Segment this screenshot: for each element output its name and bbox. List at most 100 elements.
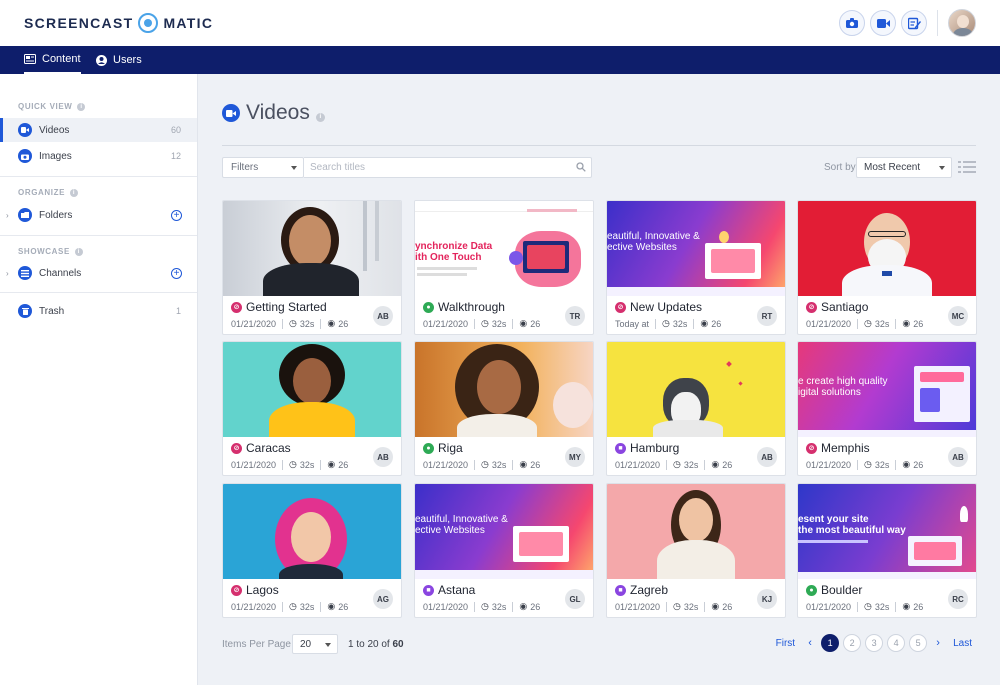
sort-select[interactable]: Most Recent bbox=[856, 157, 952, 178]
video-thumbnail[interactable] bbox=[607, 484, 785, 579]
video-title[interactable]: ■ Zagreb bbox=[615, 583, 668, 597]
video-thumbnail[interactable] bbox=[223, 342, 401, 437]
page-button[interactable]: 1 bbox=[821, 634, 840, 652]
tab-content[interactable]: Content bbox=[24, 46, 81, 74]
search-input[interactable] bbox=[304, 157, 592, 178]
video-title-text: Santiago bbox=[821, 300, 869, 314]
video-meta: Today at ◷ 32s ◉ 26 bbox=[615, 318, 721, 329]
video-thumbnail[interactable]: e create high quality igital solutions bbox=[798, 342, 976, 437]
video-title[interactable]: ⊘ Santiago bbox=[806, 300, 868, 314]
owner-avatar[interactable]: TR bbox=[565, 306, 585, 326]
screenshot-button[interactable] bbox=[839, 10, 865, 36]
video-title[interactable]: ⊘ Lagos bbox=[231, 583, 279, 597]
video-title[interactable]: ⊘ New Updates bbox=[615, 300, 702, 314]
items-per-page-label: Items Per Page bbox=[222, 639, 291, 650]
meta-divider bbox=[857, 459, 859, 470]
chevron-right-icon[interactable]: › bbox=[931, 637, 945, 649]
meta-divider bbox=[666, 459, 668, 470]
items-per-page-select[interactable]: 20 bbox=[292, 634, 338, 654]
video-card[interactable]: ■ Zagreb 01/21/2020 ◷ 32s ◉ 26 KJ bbox=[606, 483, 786, 618]
owner-avatar[interactable]: AB bbox=[948, 447, 968, 467]
video-card[interactable]: ⊘ Caracas 01/21/2020 ◷ 32s ◉ 26 AB bbox=[222, 341, 402, 476]
video-title[interactable]: ⊘ Getting Started bbox=[231, 300, 327, 314]
sidebar-item-folders[interactable]: › Folders + bbox=[0, 203, 197, 227]
video-title-text: Hamburg bbox=[630, 441, 680, 455]
add-channel-button[interactable]: + bbox=[171, 267, 182, 279]
video-card[interactable]: ⊘ Santiago 01/21/2020 ◷ 32s ◉ 26 MC bbox=[797, 200, 977, 335]
video-card[interactable]: eautiful, Innovative & ective Websites ■… bbox=[414, 483, 594, 618]
sidebar-item-trash[interactable]: Trash 1 bbox=[0, 299, 197, 323]
eye-icon: ◉ bbox=[700, 318, 709, 328]
video-card[interactable]: ⊘ Getting Started 01/21/2020 ◷ 32s ◉ 26 … bbox=[222, 200, 402, 335]
video-card[interactable]: esent your site the most beautiful way ●… bbox=[797, 483, 977, 618]
owner-avatar[interactable]: KJ bbox=[757, 589, 777, 609]
video-thumbnail[interactable] bbox=[223, 201, 401, 296]
owner-avatar[interactable]: RC bbox=[948, 589, 968, 609]
video-title[interactable]: ■ Astana bbox=[423, 583, 475, 597]
page-button[interactable]: 4 bbox=[887, 634, 906, 652]
video-duration: 32s bbox=[491, 459, 507, 470]
video-title[interactable]: ● Boulder bbox=[806, 583, 862, 597]
sidebar-item-count: 60 bbox=[170, 125, 181, 135]
sidebar-item-videos[interactable]: Videos 60 bbox=[0, 118, 197, 142]
video-title[interactable]: ⊘ Caracas bbox=[231, 441, 291, 455]
video-card[interactable]: e create high quality igital solutions ⊘… bbox=[797, 341, 977, 476]
chevron-right-icon[interactable]: › bbox=[6, 269, 9, 278]
sidebar-item-channels[interactable]: › Channels + bbox=[0, 261, 197, 285]
user-avatar[interactable] bbox=[948, 9, 976, 37]
chevron-left-icon[interactable]: ‹ bbox=[803, 637, 817, 649]
video-thumbnail[interactable]: ynchronize Data ith One Touch bbox=[415, 201, 593, 296]
owner-avatar[interactable]: MY bbox=[565, 447, 585, 467]
meta-divider bbox=[704, 601, 706, 612]
owner-avatar[interactable]: AB bbox=[373, 306, 393, 326]
owner-avatar[interactable]: AB bbox=[373, 447, 393, 467]
record-button[interactable] bbox=[870, 10, 896, 36]
video-card[interactable]: ■ Hamburg 01/21/2020 ◷ 32s ◉ 26 AB bbox=[606, 341, 786, 476]
owner-avatar[interactable]: RT bbox=[757, 306, 777, 326]
video-title[interactable]: ● Walkthrough bbox=[423, 300, 505, 314]
filters-dropdown[interactable]: Filters bbox=[222, 157, 304, 178]
video-title[interactable]: ● Riga bbox=[423, 441, 463, 455]
video-card[interactable]: ● Riga 01/21/2020 ◷ 32s ◉ 26 MY bbox=[414, 341, 594, 476]
owner-avatar[interactable]: AG bbox=[373, 589, 393, 609]
owner-avatar[interactable]: GL bbox=[565, 589, 585, 609]
video-card[interactable]: ynchronize Data ith One Touch ● Walkthro… bbox=[414, 200, 594, 335]
meta-divider bbox=[282, 459, 284, 470]
video-thumbnail[interactable] bbox=[223, 484, 401, 579]
sidebar-item-images[interactable]: Images 12 bbox=[0, 144, 197, 168]
video-thumbnail[interactable]: eautiful, Innovative & ective Websites bbox=[415, 484, 593, 579]
video-thumbnail[interactable]: eautiful, Innovative & ective Websites bbox=[607, 201, 785, 296]
video-card[interactable]: ⊘ Lagos 01/21/2020 ◷ 32s ◉ 26 AG bbox=[222, 483, 402, 618]
video-meta: 01/21/2020 ◷ 32s ◉ 26 bbox=[231, 318, 348, 329]
search-icon[interactable] bbox=[576, 162, 586, 172]
info-icon[interactable]: i bbox=[77, 102, 86, 111]
page-button[interactable]: 5 bbox=[909, 634, 928, 652]
clock-icon: ◷ bbox=[673, 601, 681, 611]
first-page-link[interactable]: First bbox=[776, 638, 795, 649]
video-duration: 32s bbox=[299, 459, 315, 470]
chevron-right-icon[interactable]: › bbox=[6, 211, 9, 220]
list-view-icon[interactable] bbox=[958, 160, 976, 174]
video-card[interactable]: eautiful, Innovative & ective Websites ⊘… bbox=[606, 200, 786, 335]
video-thumbnail[interactable] bbox=[607, 342, 785, 437]
app-logo[interactable]: SCREENCAST MATIC bbox=[24, 13, 213, 33]
add-folder-button[interactable]: + bbox=[171, 209, 182, 221]
editor-button[interactable] bbox=[901, 10, 927, 36]
video-title[interactable]: ⊘ Memphis bbox=[806, 441, 870, 455]
sort-value: Most Recent bbox=[864, 162, 921, 173]
tab-users[interactable]: Users bbox=[96, 46, 142, 74]
info-icon[interactable]: i bbox=[315, 112, 325, 122]
last-page-link[interactable]: Last bbox=[953, 638, 972, 649]
chevron-down-icon bbox=[291, 166, 297, 170]
video-thumbnail[interactable] bbox=[415, 342, 593, 437]
info-icon[interactable]: i bbox=[70, 188, 79, 197]
owner-avatar[interactable]: MC bbox=[948, 306, 968, 326]
info-icon[interactable]: i bbox=[74, 247, 83, 256]
owner-avatar[interactable]: AB bbox=[757, 447, 777, 467]
video-views: 26 bbox=[338, 459, 349, 470]
page-button[interactable]: 3 bbox=[865, 634, 884, 652]
video-thumbnail[interactable] bbox=[798, 201, 976, 296]
video-title[interactable]: ■ Hamburg bbox=[615, 441, 679, 455]
page-button[interactable]: 2 bbox=[843, 634, 862, 652]
video-thumbnail[interactable]: esent your site the most beautiful way bbox=[798, 484, 976, 579]
